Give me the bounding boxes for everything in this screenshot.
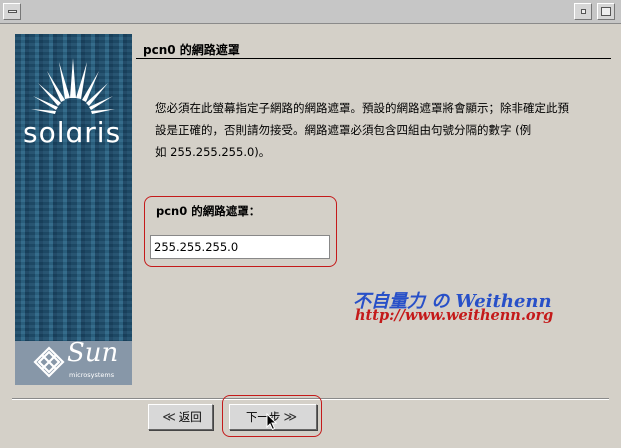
window-titlebar: [0, 0, 621, 24]
mouse-cursor-icon: [266, 413, 278, 431]
minimize-icon: [581, 9, 586, 14]
window-menu-button[interactable]: [3, 3, 21, 20]
minimize-button[interactable]: [574, 3, 592, 20]
title-divider: [136, 58, 611, 59]
sun-rays-icon: [31, 58, 115, 114]
instructions-line: 如 255.255.255.0)。: [155, 145, 271, 159]
back-button-label: 返回: [178, 410, 202, 424]
sun-microsystems-logo: Sun microsystems: [15, 338, 132, 385]
instructions-line: 您必須在此螢幕指定子網路的網路遮罩。預設的網路遮罩將會顯示；除非確定此預: [155, 101, 569, 115]
instructions-text: 您必須在此螢幕指定子網路的網路遮罩。預設的網路遮罩將會顯示；除非確定此預 設是正…: [155, 97, 605, 163]
sun-logo-icon: [33, 346, 65, 378]
maximize-button[interactable]: [597, 3, 615, 20]
netmask-field-label: pcn0 的網路遮罩：: [156, 204, 261, 218]
page-title: pcn0 的網路遮罩: [143, 43, 240, 57]
chevron-left-icon: ≪: [162, 409, 176, 425]
watermark-url: http://www.weithenn.org: [355, 307, 554, 324]
solaris-banner: solɑris Sun microsystems: [15, 34, 132, 385]
sun-brand-text: Sun: [67, 338, 119, 368]
sun-sub-text: microsystems: [69, 371, 115, 379]
instructions-line: 設是正確的，否則請勿接受。網路遮罩必須包含四組由句號分隔的數字 (例: [155, 123, 532, 137]
netmask-input[interactable]: [150, 235, 330, 259]
window-menu-icon: [8, 10, 17, 13]
solaris-logo-text: solɑris: [23, 116, 122, 149]
chevron-right-icon: ≫: [283, 409, 298, 425]
maximize-icon: [601, 7, 611, 16]
back-button[interactable]: ≪ 返回: [148, 404, 213, 430]
